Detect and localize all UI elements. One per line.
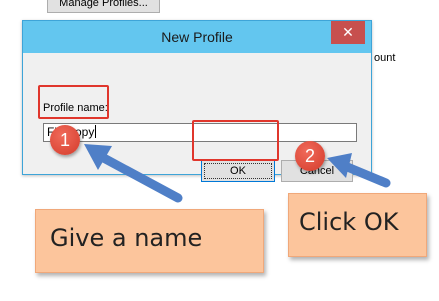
step-2-note-text: Click OK [299, 208, 399, 236]
step-1-badge: 1 [50, 125, 80, 155]
step-1-note: Give a name [35, 209, 264, 273]
step-2-badge: 2 [295, 141, 325, 171]
arrow-to-ok [327, 153, 391, 188]
arrow-to-input [84, 144, 183, 203]
step-1-note-text: Give a name [50, 224, 203, 252]
step-2-note: Click OK [288, 193, 427, 257]
